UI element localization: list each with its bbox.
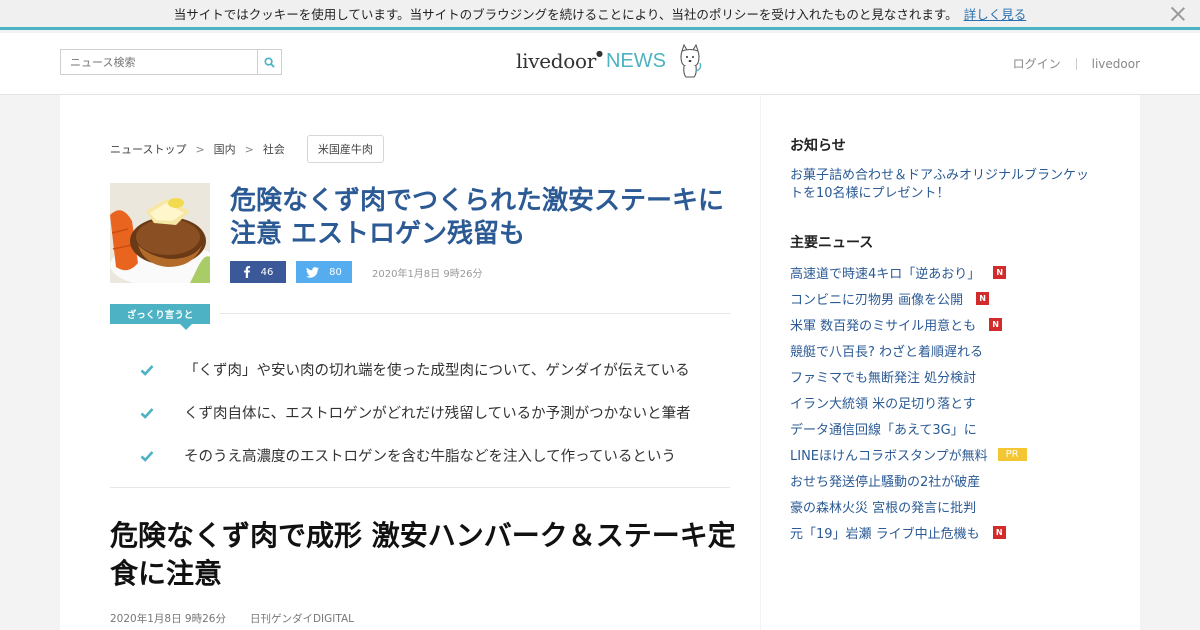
news-item[interactable]: データ通信回線「あえて3G」に (790, 415, 1120, 441)
search-box (60, 49, 282, 75)
new-badge: N (993, 265, 1007, 279)
notice-link[interactable]: お菓子詰め合わせ＆ドアふみオリジナルブランケットを10名様にプレゼント！ (790, 167, 1100, 203)
breadcrumb-domestic[interactable]: 国内 (214, 141, 236, 157)
logo-news: NEWS (605, 49, 666, 72)
steak-image (110, 183, 210, 283)
news-item[interactable]: コンビニに刃物男 画像を公開 N (790, 285, 1120, 311)
summary-point: 「くず肉」や安い肉の切れ端を使った成型肉について、ゲンダイが伝えている (140, 348, 740, 391)
share-bar: 46 80 2020年1月8日 9時26分 (230, 261, 482, 283)
search-icon (264, 56, 275, 68)
check-icon (140, 450, 154, 462)
header-links: ログイン livedoor (1013, 55, 1140, 72)
twitter-icon (306, 266, 320, 278)
facebook-share-button[interactable]: 46 (230, 261, 286, 283)
article-full-date: 2020年1月8日 9時26分 (110, 613, 226, 625)
logo-dot: ● (595, 48, 603, 58)
cookie-message: 当サイトではクッキーを使用しています。当サイトのブラウジングを続けることにより、… (173, 7, 958, 22)
summary-point-text: そのうえ高濃度のエストロゲンを含む牛脂などを注入して作っているという (184, 449, 676, 465)
summary-divider (220, 313, 730, 314)
summary-points: 「くず肉」や安い肉の切れ端を使った成型肉について、ゲンダイが伝えている くず肉自… (140, 348, 740, 477)
logo-livedoor: livedoor (516, 49, 596, 73)
livedoor-link[interactable]: livedoor (1092, 57, 1140, 71)
news-item-text: 高速道で時速4キロ「逆あおり」 (790, 266, 981, 282)
summary-label: ざっくり言うと (110, 304, 210, 324)
article-thumbnail[interactable] (110, 183, 210, 283)
summary-point-text: 「くず肉」や安い肉の切れ端を使った成型肉について、ゲンダイが伝えている (184, 363, 690, 379)
dog-mascot-icon (680, 43, 702, 78)
site-header: livedoor● NEWS ログイン livedoor (0, 33, 1200, 95)
breadcrumb-society[interactable]: 社会 (263, 141, 285, 157)
pr-badge: PR (997, 447, 1027, 461)
main-news-list: 高速道で時速4キロ「逆あおり」 N コンビニに刃物男 画像を公開 N 米軍 数百発の… (790, 259, 1120, 545)
twitter-share-button[interactable]: 80 (296, 261, 352, 283)
topic-tag[interactable]: 米国産牛肉 (306, 135, 384, 163)
article-full-title: 危険なくず肉で成形 激安ハンバーク＆ステーキ定食に注意 (110, 519, 736, 590)
site-logo[interactable]: livedoor ● NEWS (516, 43, 704, 79)
news-item[interactable]: 元「19」岩瀬 ライブ中止危機も N (790, 519, 1120, 545)
news-item-text: 元「19」岩瀬 ライブ中止危機も (790, 526, 980, 542)
new-badge: N (976, 291, 990, 305)
facebook-count: 46 (260, 266, 274, 278)
search-input[interactable] (61, 50, 257, 74)
login-link[interactable]: ログイン (1013, 55, 1061, 72)
breadcrumb: ニューストップ > 国内 > 社会 米国産牛肉 (110, 135, 384, 163)
news-item-text: 競艇で八百長? わざと着順遅れる (790, 344, 984, 360)
news-item-text: おせち発送停止騒動の2社が破産 (790, 474, 981, 490)
search-button[interactable] (257, 50, 281, 74)
summary-point: くず肉自体に、エストロゲンがどれだけ残留しているか予測がつかないと筆者 (140, 391, 740, 434)
new-badge: N (989, 317, 1003, 331)
main-news-heading: 主要ニュース (790, 235, 874, 251)
news-item[interactable]: 競艇で八百長? わざと着順遅れる (790, 337, 1120, 363)
news-item-text: LINEほけんコラボスタンプが無料 (790, 448, 988, 464)
news-item-text: データ通信回線「あえて3G」に (790, 422, 977, 438)
news-item[interactable]: ファミマでも無断発注 処分検討 (790, 363, 1120, 389)
news-item[interactable]: おせち発送停止騒動の2社が破産 (790, 467, 1120, 493)
news-item[interactable]: 米軍 数百発のミサイル用意とも N (790, 311, 1120, 337)
article-date: 2020年1月8日 9時26分 (372, 268, 483, 280)
article-meta: 2020年1月8日 9時26分 日刊ゲンダイDIGITAL (110, 611, 378, 626)
notice-heading: お知らせ (790, 138, 846, 154)
news-item[interactable]: 高速道で時速4キロ「逆あおり」 N (790, 259, 1120, 285)
chevron-right-icon: > (195, 142, 205, 156)
summary-point-text: くず肉自体に、エストロゲンがどれだけ残留しているか予測がつかないと筆者 (184, 406, 691, 422)
check-icon (140, 364, 154, 376)
article-headline[interactable]: 危険なくず肉でつくられた激安ステーキに注意 エストロゲン残留も (230, 185, 730, 251)
article-source[interactable]: 日刊ゲンダイDIGITAL (250, 611, 354, 626)
section-divider (110, 487, 730, 488)
new-badge: N (992, 525, 1006, 539)
news-item[interactable]: LINEほけんコラボスタンプが無料 PR (790, 441, 1120, 467)
news-item[interactable]: イラン大統領 米の足切り落とす (790, 389, 1120, 415)
facebook-icon (243, 266, 250, 278)
summary-point: そのうえ高濃度のエストロゲンを含む牛脂などを注入して作っているという (140, 434, 740, 477)
summary-label-pointer (180, 324, 192, 330)
sidebar: お知らせ お菓子詰め合わせ＆ドアふみオリジナルブランケットを10名様にプレゼント… (761, 95, 1140, 630)
news-item-text: 米軍 数百発のミサイル用意とも (790, 318, 977, 334)
cookie-more-link[interactable]: 詳しく見る (964, 4, 1027, 23)
header-divider (1075, 57, 1077, 70)
breadcrumb-top[interactable]: ニューストップ (110, 141, 186, 157)
article-column: ニューストップ > 国内 > 社会 米国産牛肉 危険なくず肉でつくられた激安ステ… (60, 95, 760, 630)
chevron-right-icon: > (244, 142, 254, 156)
cookie-banner: 当サイトではクッキーを使用しています。当サイトのブラウジングを続けることにより、… (0, 0, 1200, 30)
news-item-text: コンビニに刃物男 画像を公開 (790, 292, 964, 308)
news-item-text: 豪の森林火災 宮根の発言に批判 (790, 500, 977, 516)
news-item-text: イラン大統領 米の足切り落とす (790, 396, 976, 412)
twitter-count: 80 (329, 266, 342, 278)
check-icon (140, 407, 154, 419)
close-icon[interactable] (1168, 4, 1188, 24)
news-item-text: ファミマでも無断発注 処分検討 (790, 370, 977, 386)
news-item[interactable]: 豪の森林火災 宮根の発言に批判 (790, 493, 1120, 519)
